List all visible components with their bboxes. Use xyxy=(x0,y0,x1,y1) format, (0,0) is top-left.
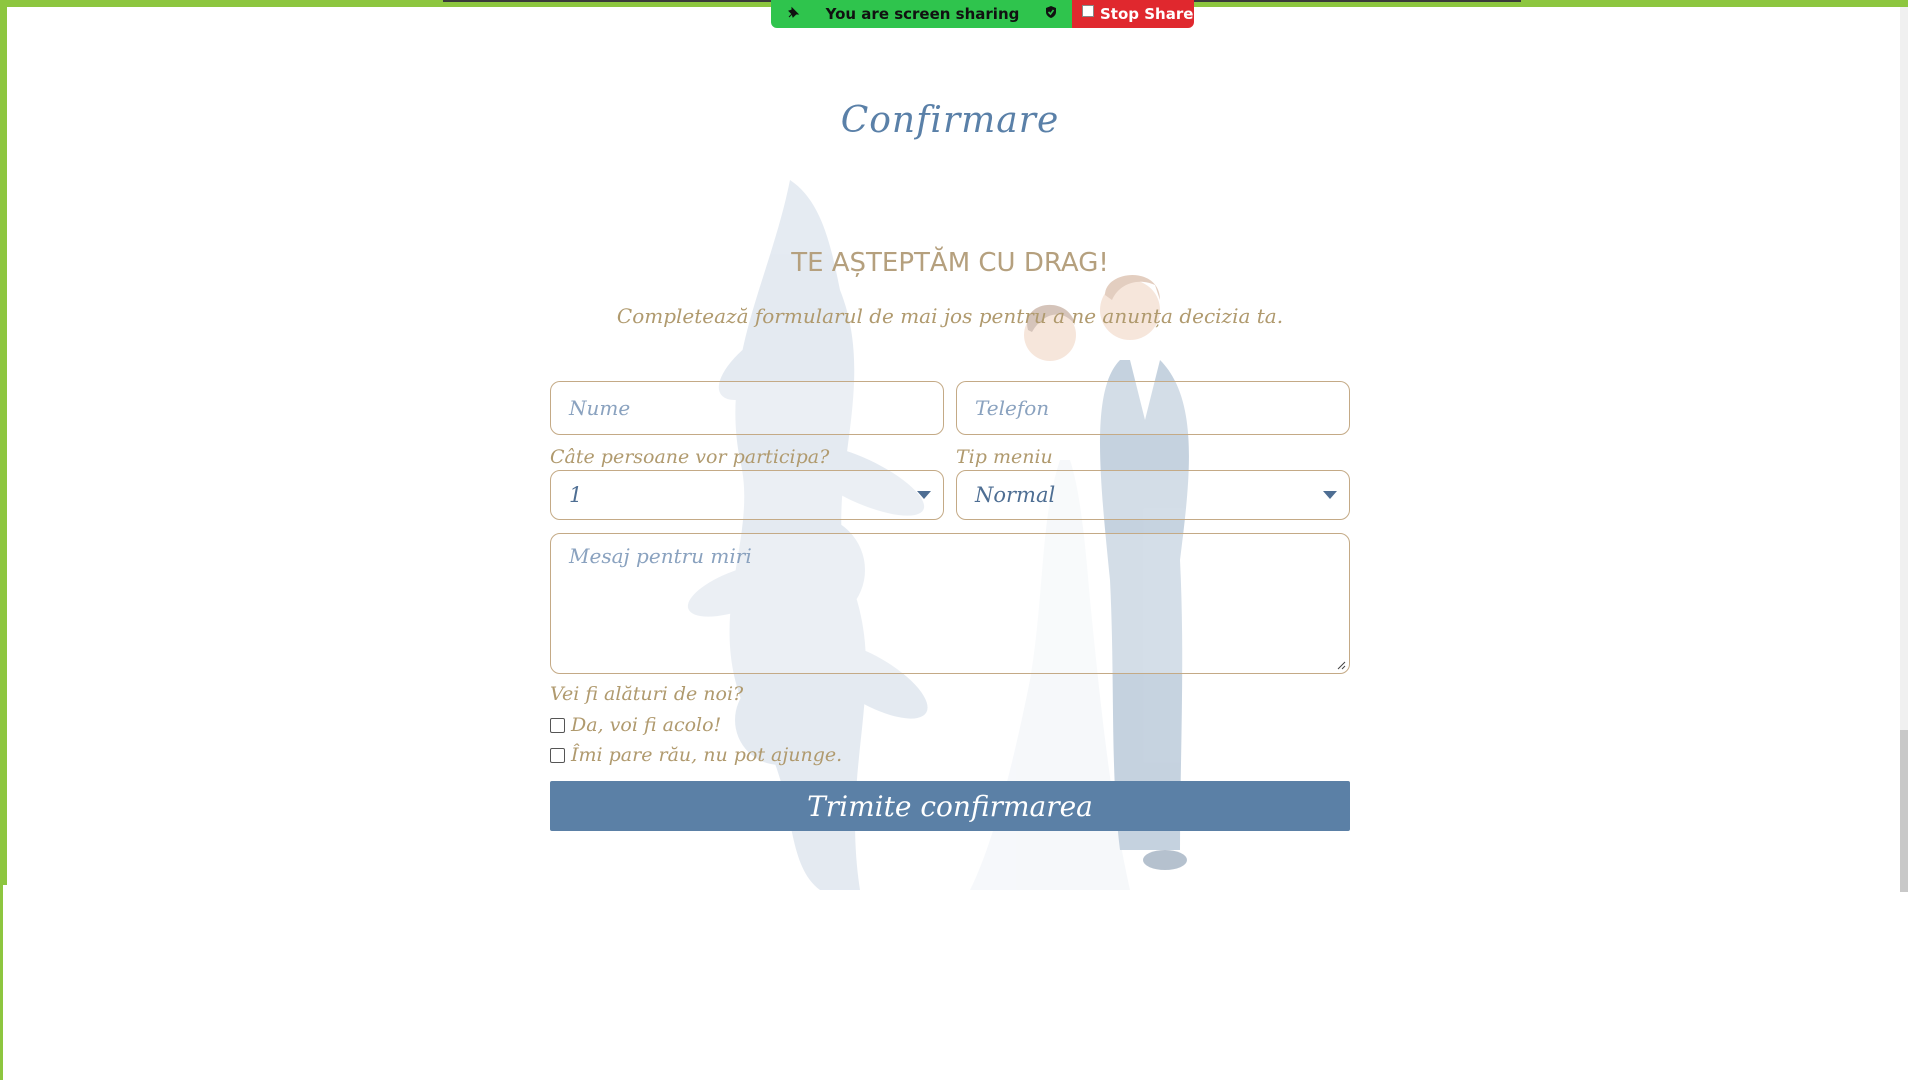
page-scrollbar[interactable] xyxy=(1900,7,1908,892)
option-no-label[interactable]: Îmi pare rău, nu pot ajunge. xyxy=(571,744,842,766)
submit-button[interactable]: Trimite confirmarea xyxy=(550,781,1350,831)
chevron-down-icon xyxy=(1323,491,1337,499)
stop-share-button[interactable]: Stop Share xyxy=(1072,0,1194,28)
option-yes-checkbox[interactable] xyxy=(550,717,565,733)
share-status: You are screen sharing xyxy=(771,0,1072,28)
page-title: Confirmare xyxy=(840,100,1060,141)
message-textarea[interactable]: Mesaj pentru miri xyxy=(550,533,1350,674)
screen-share-frame-edge xyxy=(0,885,3,1080)
name-input[interactable]: Nume xyxy=(550,381,944,435)
option-yes-row: Da, voi fi acolo! xyxy=(550,714,721,736)
share-status-text: You are screen sharing xyxy=(825,5,1020,23)
chevron-down-icon xyxy=(917,491,931,499)
section-heading: TE AȘTEPTĂM CU DRAG! xyxy=(791,248,1109,278)
guests-label: Câte persoane vor participa? xyxy=(550,446,830,468)
scrollbar-thumb[interactable] xyxy=(1900,730,1908,892)
stop-share-label: Stop Share xyxy=(1100,5,1194,23)
phone-input[interactable]: Telefon xyxy=(956,381,1350,435)
option-yes-label[interactable]: Da, voi fi acolo! xyxy=(571,714,721,736)
resize-handle-icon[interactable] xyxy=(1336,660,1346,670)
guests-select[interactable]: 1 xyxy=(550,470,944,520)
phone-placeholder: Telefon xyxy=(975,396,1050,420)
pin-icon[interactable] xyxy=(787,5,801,23)
stop-icon xyxy=(1082,5,1094,17)
option-no-row: Îmi pare rău, nu pot ajunge. xyxy=(550,744,842,766)
menu-select-value: Normal xyxy=(975,483,1056,507)
menu-select[interactable]: Normal xyxy=(956,470,1350,520)
message-placeholder: Mesaj pentru miri xyxy=(569,544,752,568)
menu-label: Tip meniu xyxy=(956,446,1053,468)
name-placeholder: Nume xyxy=(569,396,631,420)
option-no-checkbox[interactable] xyxy=(550,747,565,763)
shield-check-icon xyxy=(1044,5,1058,23)
attend-question: Vei fi alături de noi? xyxy=(550,683,744,705)
guests-select-value: 1 xyxy=(569,483,583,507)
screen-share-bar: You are screen sharing Stop Share xyxy=(771,0,1194,28)
section-subheading: Completează formularul de mai jos pentru… xyxy=(616,304,1284,328)
